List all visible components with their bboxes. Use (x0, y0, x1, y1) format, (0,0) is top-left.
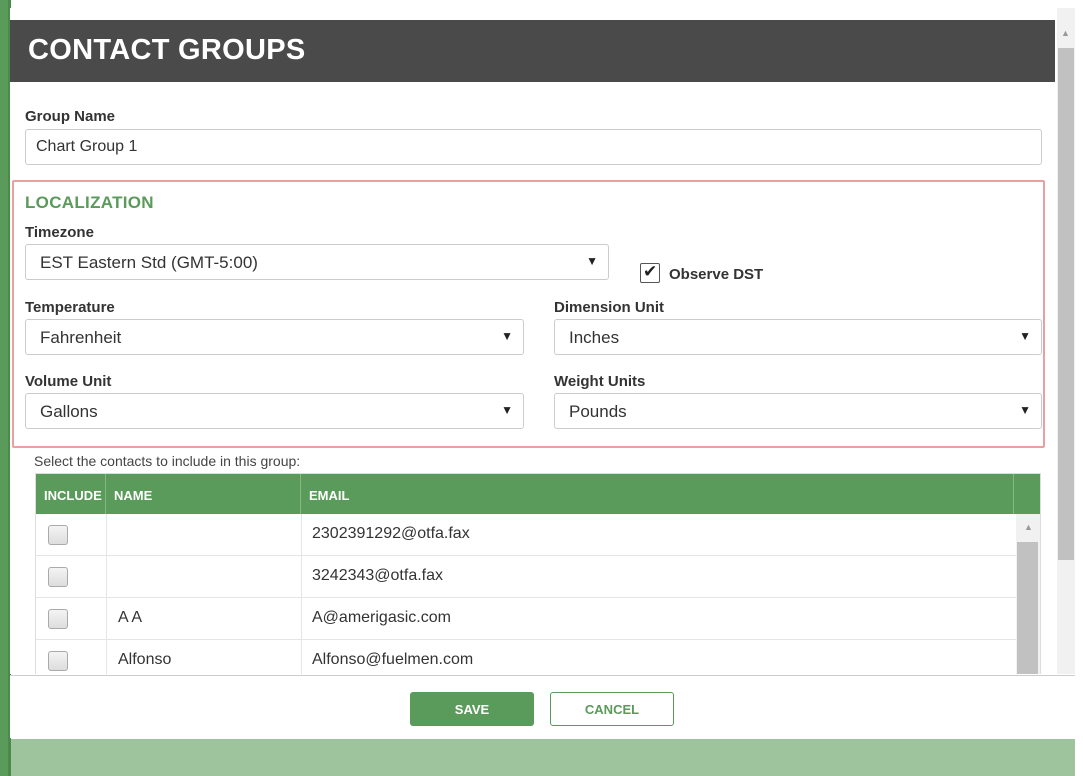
weight-units-select[interactable]: Pounds ▼ (554, 393, 1042, 429)
weight-units-value: Pounds (569, 402, 627, 421)
volume-unit-select[interactable]: Gallons ▼ (25, 393, 524, 429)
contact-name: A A (118, 609, 143, 626)
table-row[interactable]: 3242343@otfa.fax (36, 556, 1016, 598)
column-header-name[interactable]: NAME (106, 474, 301, 514)
column-header-include[interactable]: INCLUDE (36, 474, 106, 514)
observe-dst-label: Observe DST (669, 266, 764, 283)
temperature-select[interactable]: Fahrenheit ▼ (25, 319, 524, 355)
modal-scrollbar[interactable]: ▲ (1057, 8, 1075, 674)
table-row[interactable]: A A A@amerigasic.com (36, 598, 1016, 640)
table-row[interactable]: 2302391292@otfa.fax (36, 514, 1016, 556)
include-checkbox[interactable] (48, 567, 68, 587)
caret-down-icon: ▼ (1019, 403, 1031, 417)
contacts-grid: INCLUDE NAME EMAIL 2302391292@otfa.fax 3… (35, 473, 1041, 674)
volume-unit-label: Volume Unit (25, 373, 112, 390)
check-icon[interactable] (640, 262, 660, 283)
include-checkbox[interactable] (48, 525, 68, 545)
save-button[interactable]: SAVE (410, 692, 534, 726)
column-header-email[interactable]: EMAIL (301, 474, 1014, 514)
scroll-up-arrow-icon[interactable]: ▲ (1061, 28, 1070, 38)
grid-scrollbar[interactable]: ▲ (1016, 514, 1040, 674)
contact-groups-modal: CONTACT GROUPS Group Name Chart Group 1 … (10, 8, 1055, 674)
modal-scroll-thumb[interactable] (1058, 48, 1074, 560)
contacts-hint: Select the contacts to include in this g… (34, 453, 301, 469)
volume-unit-value: Gallons (40, 402, 98, 421)
caret-down-icon: ▼ (1019, 329, 1031, 343)
modal-title: CONTACT GROUPS (28, 34, 306, 66)
dimension-unit-label: Dimension Unit (554, 299, 665, 316)
group-name-input[interactable]: Chart Group 1 (25, 129, 1042, 165)
include-checkbox[interactable] (48, 651, 68, 671)
temperature-label: Temperature (25, 299, 115, 316)
weight-units-label: Weight Units (554, 373, 646, 390)
contact-email: A@amerigasic.com (312, 609, 451, 626)
localization-title: LOCALIZATION (25, 193, 154, 212)
timezone-label: Timezone (25, 224, 94, 241)
grid-scroll-thumb[interactable] (1017, 542, 1038, 674)
temperature-value: Fahrenheit (40, 328, 122, 347)
group-name-label: Group Name (25, 108, 116, 125)
dimension-unit-select[interactable]: Inches ▼ (554, 319, 1042, 355)
page-bottom-bar (11, 739, 1075, 776)
include-checkbox[interactable] (48, 609, 68, 629)
modal-footer: SAVE CANCEL (10, 675, 1075, 738)
scroll-up-arrow-icon[interactable]: ▲ (1024, 522, 1033, 532)
modal-title-bar: CONTACT GROUPS (10, 20, 1055, 82)
grid-header: INCLUDE NAME EMAIL (36, 474, 1040, 514)
table-row[interactable]: Alfonso Alfonso@fuelmen.com (36, 640, 1016, 674)
contact-email: 3242343@otfa.fax (312, 567, 444, 584)
caret-down-icon: ▼ (586, 254, 598, 268)
contact-email: 2302391292@otfa.fax (312, 525, 470, 542)
timezone-value: EST Eastern Std (GMT-5:00) (40, 253, 258, 272)
dimension-unit-value: Inches (569, 328, 620, 347)
caret-down-icon: ▼ (501, 403, 513, 417)
cancel-button[interactable]: CANCEL (550, 692, 674, 726)
contact-email: Alfonso@fuelmen.com (312, 651, 474, 668)
timezone-select[interactable]: EST Eastern Std (GMT-5:00) ▼ (25, 244, 609, 280)
caret-down-icon: ▼ (501, 329, 513, 343)
contact-name: Alfonso (118, 651, 172, 668)
